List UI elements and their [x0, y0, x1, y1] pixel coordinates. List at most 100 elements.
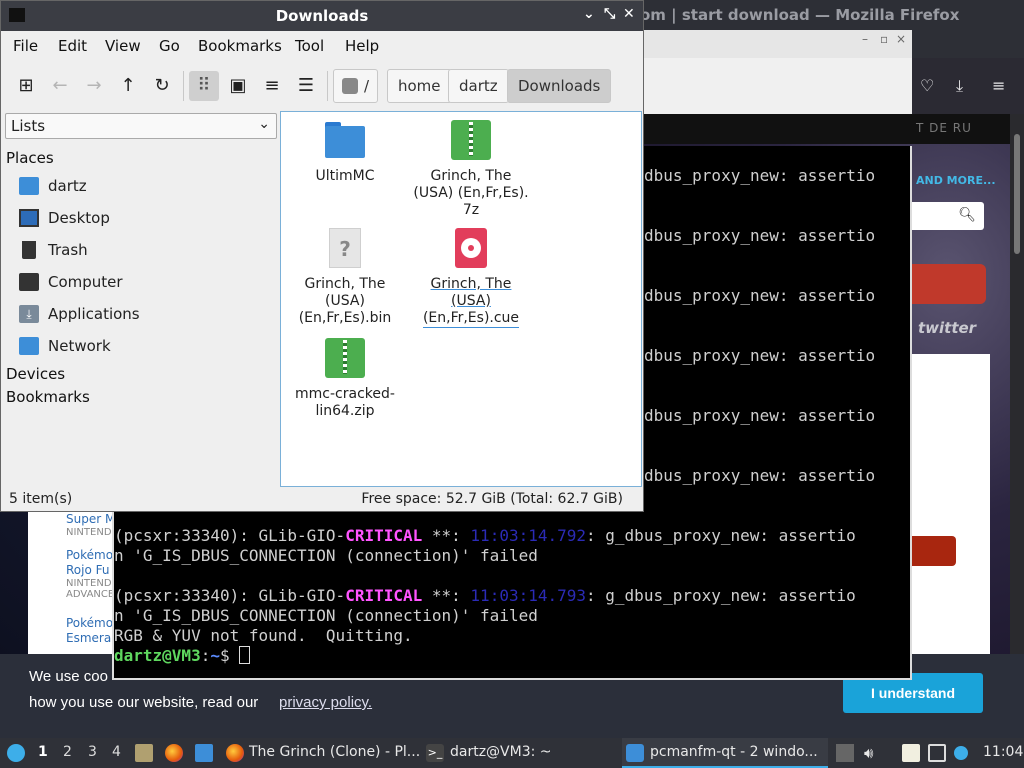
- task-terminal[interactable]: >_ dartz@VM3: ~: [422, 738, 618, 768]
- privacy-policy-link[interactable]: privacy policy.: [279, 694, 372, 711]
- places-header[interactable]: Places: [6, 149, 54, 167]
- devices-header[interactable]: Devices: [6, 365, 65, 383]
- twitter-logo[interactable]: twitter: [918, 319, 976, 337]
- firefox-icon: [226, 744, 244, 762]
- terminal-line: dbus_proxy_new: assertio: [644, 406, 876, 425]
- workspace-3[interactable]: 3: [88, 744, 97, 760]
- clipboard-icon[interactable]: [902, 744, 920, 762]
- file-view[interactable]: UltimMC Grinch, The (USA) (En,Fr,Es). 7z ?…: [280, 111, 642, 487]
- menu-view[interactable]: View: [105, 37, 141, 55]
- new-tab-icon[interactable]: ⊞: [11, 71, 41, 101]
- site-search-box[interactable]: 🔍︎: [912, 202, 984, 230]
- breadcrumb-root[interactable]: /: [333, 69, 379, 103]
- terminal-line: dbus_proxy_new: assertio: [644, 286, 876, 305]
- clock[interactable]: 11:04: [983, 744, 1023, 760]
- firefox-window-title: om | start download — Mozilla Firefox: [640, 6, 960, 24]
- menu-file[interactable]: File: [13, 37, 38, 55]
- compact-view-icon[interactable]: ≡: [257, 71, 287, 101]
- drive-icon: [342, 78, 358, 94]
- file-item[interactable]: ? Grinch, The (USA) (En,Fr,Es).bin: [283, 228, 407, 327]
- workspace-4[interactable]: 4: [112, 744, 121, 760]
- task-file-manager[interactable]: pcmanfm-qt - 2 windo...: [622, 738, 828, 768]
- cookie-text-line1: We use coo: [29, 668, 108, 685]
- free-space: Free space: 52.7 GiB (Total: 62.7 GiB): [361, 491, 623, 507]
- home-folder-icon: [19, 177, 39, 195]
- page-content-panel: [910, 354, 990, 654]
- folder-launcher-icon[interactable]: [195, 744, 213, 762]
- search-icon[interactable]: 🔍︎: [958, 207, 976, 223]
- menu-tool[interactable]: Tool: [295, 37, 324, 55]
- list-item[interactable]: Super M NINTENDO: [66, 512, 118, 538]
- terminal-line: n 'G_IS_DBUS_CONNECTION (connection)' fa…: [114, 606, 538, 625]
- workspace-2[interactable]: 2: [63, 744, 72, 760]
- file-item[interactable]: mmc-cracked-lin64.zip: [283, 338, 407, 420]
- maximize-icon[interactable]: ⤡: [604, 6, 615, 22]
- applications-icon: ⤓: [19, 305, 39, 323]
- network-folder-icon: [19, 337, 39, 355]
- file-item[interactable]: UltimMC: [283, 120, 407, 185]
- menu-edit[interactable]: Edit: [58, 37, 87, 55]
- file-manager-titlebar[interactable]: Downloads ⌄ ⤡ ✕: [1, 1, 643, 31]
- close-icon[interactable]: ✕: [623, 6, 635, 22]
- notification-icon[interactable]: [954, 746, 968, 760]
- scrollbar-thumb[interactable]: [1014, 134, 1020, 254]
- terminal-line: dbus_proxy_new: assertio: [644, 226, 876, 245]
- back-icon[interactable]: ←: [45, 71, 75, 101]
- file-item[interactable]: Grinch, The (USA) (En,Fr,Es). 7z: [409, 120, 533, 219]
- side-pane-mode-select[interactable]: Lists ⌄: [5, 113, 277, 139]
- desktop-icon: [19, 209, 39, 227]
- file-item[interactable]: Grinch, The (USA) (En,Fr,Es).cue: [409, 228, 533, 328]
- forward-icon[interactable]: →: [79, 71, 109, 101]
- and-more-link[interactable]: AND MORE...: [916, 174, 996, 187]
- pocket-icon[interactable]: ♡: [920, 76, 934, 95]
- page-scrollbar[interactable]: [1010, 114, 1024, 654]
- task-firefox[interactable]: The Grinch (Clone) - Pl...: [222, 738, 420, 768]
- maximize-icon[interactable]: ▫: [880, 32, 888, 46]
- close-icon[interactable]: ×: [896, 32, 906, 46]
- list-item[interactable]: Pokémo Rojo Fu NINTEND ADVANCE: [66, 548, 114, 600]
- terminal-line: dbus_proxy_new: assertio: [644, 346, 876, 365]
- breadcrumb-downloads[interactable]: Downloads: [507, 69, 612, 103]
- side-pane: Places dartz Desktop Trash Computer ⤓ Ap…: [6, 149, 140, 406]
- volume-icon[interactable]: 🔊︎: [864, 744, 873, 762]
- bookmarks-header[interactable]: Bookmarks: [6, 388, 90, 406]
- menu-bookmarks[interactable]: Bookmarks: [198, 37, 282, 55]
- toolbar-separator: [327, 71, 328, 101]
- firefox-launcher-icon[interactable]: [165, 744, 183, 762]
- terminal-cursor: [239, 646, 251, 664]
- folder-icon: [325, 120, 365, 162]
- breadcrumb-home[interactable]: home: [387, 69, 452, 103]
- download-icon[interactable]: ⤓: [956, 76, 963, 96]
- chevron-down-icon: ⌄: [258, 116, 270, 132]
- unknown-file-icon: ?: [325, 228, 365, 270]
- terminal-prompt[interactable]: dartz@VM3:~$: [114, 646, 251, 666]
- app-tray-icon[interactable]: [836, 744, 854, 762]
- minimize-icon[interactable]: ⌄: [583, 6, 595, 22]
- thumbnail-view-icon[interactable]: ▣: [223, 71, 253, 101]
- status-bar: 5 item(s) Free space: 52.7 GiB (Total: 6…: [1, 487, 643, 511]
- list-item[interactable]: Pokémo Esmeral: [66, 616, 115, 646]
- menu-icon[interactable]: ≡: [992, 76, 1005, 95]
- toolbar-separator: [183, 71, 184, 101]
- icon-view-icon[interactable]: ⠿: [189, 71, 219, 101]
- archive-icon: [451, 120, 491, 162]
- start-menu-icon[interactable]: [7, 744, 25, 762]
- detail-view-icon[interactable]: ☰: [291, 71, 321, 101]
- workspace-1[interactable]: 1: [38, 744, 48, 760]
- breadcrumb-dartz[interactable]: dartz: [448, 69, 509, 103]
- red-banner[interactable]: [912, 264, 986, 304]
- menu-go[interactable]: Go: [159, 37, 180, 55]
- firefox-toolbar: ♡ ⤓ ≡: [640, 58, 1024, 114]
- reload-icon[interactable]: ↻: [147, 71, 177, 101]
- language-codes[interactable]: T DE RU: [916, 121, 972, 135]
- files-launcher-icon[interactable]: [135, 744, 153, 762]
- minimize-icon[interactable]: –: [862, 32, 868, 46]
- up-icon[interactable]: ↑: [113, 71, 143, 101]
- computer-icon: [19, 273, 39, 291]
- download-button[interactable]: [912, 536, 956, 566]
- terminal-line: (pcsxr:33340): GLib-GIO-CRITICAL **: 11:…: [114, 586, 856, 605]
- firefox-inner-bar: – ▫ ×: [640, 30, 1024, 58]
- menu-help[interactable]: Help: [345, 37, 379, 55]
- network-icon[interactable]: [928, 744, 946, 762]
- terminal-line: dbus_proxy_new: assertio: [644, 166, 876, 185]
